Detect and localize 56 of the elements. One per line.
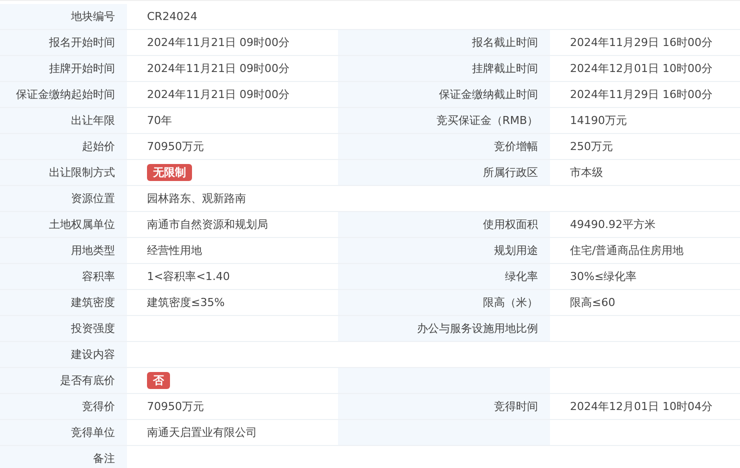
- field-value: 限高≤60: [570, 295, 616, 310]
- field-label: 土地权属单位: [49, 217, 115, 232]
- field-label: 竞得单位: [71, 425, 115, 440]
- field-value: 2024年12月01日 10时04分: [570, 399, 712, 414]
- field-label: 投资强度: [71, 321, 115, 336]
- field-label: 地块编号: [71, 9, 115, 24]
- field-value: 经营性用地: [147, 243, 202, 258]
- field-value: 2024年11月21日 09时00分: [147, 87, 290, 102]
- field-label: 备注: [93, 451, 115, 466]
- field-label: 建筑密度: [71, 295, 115, 310]
- field-label: 竞价增幅: [494, 139, 538, 154]
- field-value: 2024年11月29日 16时00分: [570, 87, 712, 102]
- field-label: 容积率: [82, 269, 115, 284]
- field-label: 挂牌截止时间: [472, 61, 538, 76]
- field-label: 竞得时间: [494, 399, 538, 414]
- field-value: 2024年11月21日 09时00分: [147, 61, 290, 76]
- field-value: 1<容积率<1.40: [147, 269, 230, 284]
- field-value: 建筑密度≤35%: [147, 295, 225, 310]
- field-value: 园林路东、观新路南: [147, 191, 246, 206]
- field-value: 70950万元: [147, 139, 204, 154]
- field-value: CR24024: [147, 10, 198, 23]
- field-label: 资源位置: [71, 191, 115, 206]
- field-value: 南通天启置业有限公司: [147, 425, 257, 440]
- field-label: 办公与服务设施用地比例: [417, 321, 538, 336]
- field-value: 70年: [147, 113, 172, 128]
- field-label: 绿化率: [505, 269, 538, 284]
- field-label: 限高（米）: [483, 295, 538, 310]
- field-value: 30%≤绿化率: [570, 269, 637, 284]
- field-label: 规划用途: [494, 243, 538, 258]
- field-value: 14190万元: [570, 113, 627, 128]
- field-value: 住宅/普通商品住房用地: [570, 243, 684, 258]
- field-value: 250万元: [570, 139, 613, 154]
- field-label: 起始价: [82, 139, 115, 154]
- field-value: 2024年11月21日 09时00分: [147, 35, 290, 50]
- field-value: 2024年11月29日 16时00分: [570, 35, 712, 50]
- field-label: 用地类型: [71, 243, 115, 258]
- field-value: 市本级: [570, 165, 603, 180]
- field-label: 挂牌开始时间: [49, 61, 115, 76]
- field-label: 竞得价: [82, 399, 115, 414]
- field-label: 所属行政区: [483, 165, 538, 180]
- field-label: 出让年限: [71, 113, 115, 128]
- field-label: 保证金缴纳起始时间: [16, 87, 115, 102]
- field-label: 保证金缴纳截止时间: [439, 87, 538, 102]
- field-label: 使用权面积: [483, 217, 538, 232]
- field-label: 报名截止时间: [472, 35, 538, 50]
- field-label: 竞买保证金（RMB）: [436, 113, 538, 128]
- field-label: 是否有底价: [60, 373, 115, 388]
- field-label: 报名开始时间: [49, 35, 115, 50]
- field-label: 出让限制方式: [49, 165, 115, 180]
- field-value: 2024年12月01日 10时00分: [570, 61, 712, 76]
- field-value: 49490.92平方米: [570, 217, 656, 232]
- tag: 无限制: [147, 164, 192, 181]
- tag: 否: [147, 372, 170, 389]
- field-value: 南通市自然资源和规划局: [147, 217, 268, 232]
- field-value: 70950万元: [147, 399, 204, 414]
- field-label: 建设内容: [71, 347, 115, 362]
